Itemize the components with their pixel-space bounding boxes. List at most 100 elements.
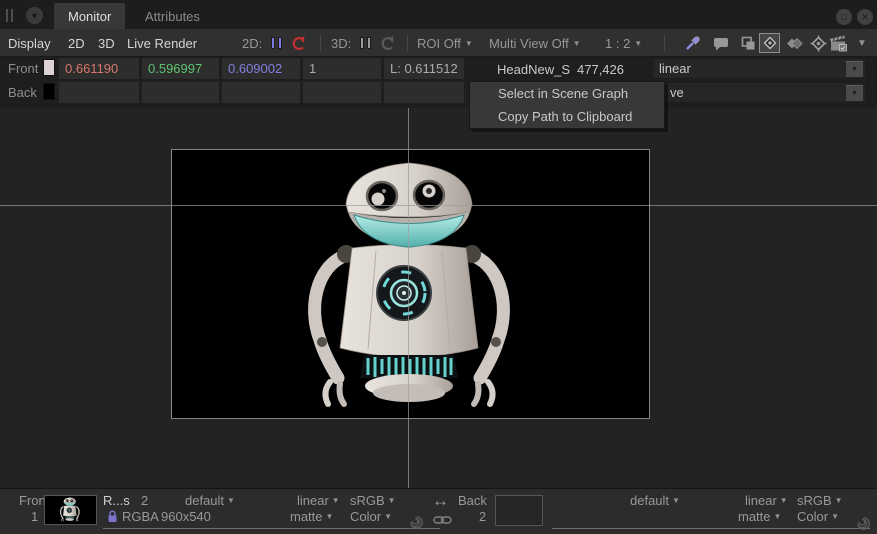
- back-green-value: [142, 82, 219, 103]
- back-buffer-index: 2: [479, 509, 486, 524]
- float-panel-button[interactable]: □: [836, 9, 852, 25]
- pause-3d-button[interactable]: [360, 37, 371, 49]
- pixel-coordinates: 477,426: [577, 62, 624, 77]
- label-3d-controls: 3D:: [331, 29, 351, 57]
- chevron-down-icon: ▼: [780, 496, 788, 505]
- front-progress-line: [103, 528, 440, 529]
- comment-bubble-icon[interactable]: [713, 35, 730, 52]
- chevron-down-icon: ▼: [227, 496, 235, 505]
- toolbar-separator: [407, 35, 408, 51]
- render-clapper-icon[interactable]: [829, 35, 849, 52]
- chevron-down-icon: ▼: [384, 512, 392, 521]
- menu-item-copy-path-to-clipboard[interactable]: Copy Path to Clipboard: [470, 105, 664, 128]
- spiral-icon[interactable]: [856, 516, 871, 531]
- monitor-toolbar: Display 2D 3D Live Render 2D: 3D: ROI Of…: [0, 29, 877, 57]
- front-color-swatch: [43, 59, 55, 76]
- back-buffer-thumbnail[interactable]: [495, 495, 543, 526]
- front-buffer-thumbnail[interactable]: [44, 495, 97, 525]
- back-buffer-label: Back: [458, 493, 487, 508]
- front-blue-value: 0.609002: [222, 58, 300, 79]
- back-colorspace-dropdown[interactable]: ve ▼: [652, 82, 866, 103]
- swap-buffers-icon[interactable]: ↔: [432, 491, 449, 511]
- panel-menu-button[interactable]: ▼: [26, 7, 43, 24]
- chevron-down-icon: ▼: [846, 85, 863, 101]
- back-red-value: [59, 82, 139, 103]
- front-resolution: 960x540: [161, 509, 211, 524]
- monitor-viewport-canvas[interactable]: [0, 108, 877, 488]
- front-green-value: 0.596997: [142, 58, 219, 79]
- back-preset-dropdown[interactable]: default▼: [630, 493, 680, 508]
- front-render-frame: 2: [141, 493, 148, 508]
- front-matte-dropdown[interactable]: matte▼: [290, 509, 333, 524]
- crosshair-target-icon[interactable]: [810, 35, 827, 52]
- monitor-panel: ▼ Monitor Attributes □ ✕ Display 2D 3D L…: [0, 0, 877, 534]
- back-progress-line: [552, 528, 870, 529]
- robot-render: [300, 150, 520, 419]
- menu-item-select-in-scene-graph[interactable]: Select in Scene Graph: [470, 82, 664, 105]
- menu-2d[interactable]: 2D: [68, 29, 85, 57]
- back-channel-dropdown[interactable]: Color▼: [797, 509, 839, 524]
- chevron-down-icon: ▼: [672, 496, 680, 505]
- front-colorspace-dropdown[interactable]: linear ▼: [652, 58, 866, 79]
- probe-front-label: Front: [8, 61, 38, 76]
- front-channel-dropdown[interactable]: Color▼: [350, 509, 392, 524]
- chevron-down-icon: ▼: [634, 39, 642, 48]
- context-menu: Select in Scene Graph Copy Path to Clipb…: [469, 81, 665, 129]
- double-diamond-icon[interactable]: [786, 35, 803, 52]
- refresh-2d-icon[interactable]: [290, 35, 307, 52]
- back-colorspace-status-dropdown[interactable]: linear▼: [745, 493, 788, 508]
- robot-thumbnail: [60, 496, 82, 524]
- probe-crosshair-horizontal: [0, 205, 877, 206]
- chevron-down-icon: ▼: [835, 496, 843, 505]
- front-view-dropdown[interactable]: sRGB▼: [350, 493, 396, 508]
- panel-drag-handle[interactable]: [6, 9, 13, 22]
- spiral-icon[interactable]: [409, 515, 424, 530]
- back-matte-dropdown[interactable]: matte▼: [738, 509, 781, 524]
- front-preset-dropdown[interactable]: default▼: [185, 493, 235, 508]
- tab-attributes[interactable]: Attributes: [131, 3, 214, 29]
- toolbar-separator: [664, 35, 665, 51]
- pixel-probe-area: Front 0.661190 0.596997 0.609002 1 L: 0.…: [0, 57, 877, 108]
- back-blue-value: [222, 82, 300, 103]
- chevron-down-icon: ▼: [332, 496, 340, 505]
- lock-icon: [107, 510, 118, 523]
- toolbar-separator: [320, 35, 321, 51]
- menu-live-render[interactable]: Live Render: [127, 29, 197, 57]
- link-buffers-icon[interactable]: [433, 514, 452, 526]
- close-panel-button[interactable]: ✕: [857, 9, 873, 25]
- back-color-swatch: [43, 83, 55, 100]
- layers-squares-icon[interactable]: [740, 35, 757, 52]
- multi-view-dropdown[interactable]: Multi View Off▼: [489, 29, 581, 57]
- probe-back-label: Back: [8, 85, 37, 100]
- chevron-down-icon: ▼: [573, 39, 581, 48]
- front-red-value: 0.661190: [59, 58, 139, 79]
- front-render-name: R...s: [103, 493, 130, 508]
- eyedropper-icon[interactable]: [684, 35, 701, 52]
- back-luminance-value: [384, 82, 464, 103]
- maximize-icon: □: [841, 12, 846, 22]
- render-options-dropdown[interactable]: ▼: [853, 29, 867, 57]
- chevron-down-icon: ▼: [846, 61, 863, 77]
- front-alpha-value: 1: [303, 58, 381, 79]
- tab-bar: ▼ Monitor Attributes □ ✕: [0, 0, 877, 29]
- rendered-image: [171, 149, 650, 419]
- tab-monitor[interactable]: Monitor: [54, 3, 125, 29]
- label-2d-controls: 2D:: [242, 29, 262, 57]
- front-colorspace-status-dropdown[interactable]: linear▼: [297, 493, 340, 508]
- roi-dropdown[interactable]: ROI Off▼: [417, 29, 473, 57]
- menu-display[interactable]: Display: [8, 29, 51, 57]
- front-luminance-value: L: 0.611512: [384, 58, 464, 79]
- status-bar: Front 1 R...s 2 RGBA 960x540 default▼ li…: [0, 488, 877, 534]
- chevron-down-icon: ▼: [388, 496, 396, 505]
- close-icon: ✕: [861, 12, 869, 23]
- back-alpha-value: [303, 82, 381, 103]
- refresh-3d-icon[interactable]: [379, 35, 396, 52]
- zoom-ratio-dropdown[interactable]: 1 : 2▼: [605, 29, 642, 57]
- chevron-down-icon: ▼: [857, 38, 867, 49]
- pause-2d-button[interactable]: [271, 37, 282, 49]
- back-view-dropdown[interactable]: sRGB▼: [797, 493, 843, 508]
- chevron-down-icon: ▼: [326, 512, 334, 521]
- menu-3d[interactable]: 3D: [98, 29, 115, 57]
- chevron-down-icon: ▼: [30, 11, 39, 21]
- roi-diamond-active-icon[interactable]: [759, 33, 780, 53]
